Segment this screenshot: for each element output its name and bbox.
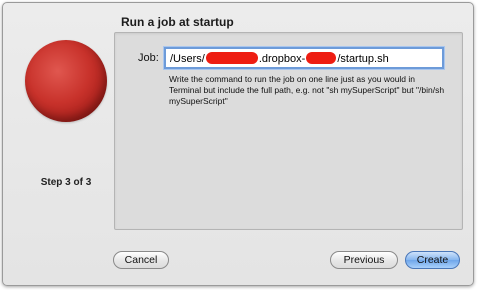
job-label: Job:: [138, 52, 159, 64]
redaction-mark: [306, 52, 337, 64]
step-indicator: Step 3 of 3: [40, 177, 92, 188]
previous-button[interactable]: Previous: [330, 251, 398, 269]
job-path-middle: .dropbox-: [258, 53, 306, 65]
wizard-window: Run a job at startup Step 3 of 3 Job: /U…: [2, 2, 474, 286]
cancel-button[interactable]: Cancel: [113, 251, 169, 269]
red-sphere-icon: [25, 40, 107, 122]
job-command-field[interactable]: /Users/ .dropbox- /startup.sh: [163, 46, 445, 70]
create-button[interactable]: Create: [405, 251, 460, 269]
redaction-mark: [205, 52, 258, 64]
job-path-prefix: /Users/: [170, 53, 205, 65]
job-panel: Job: /Users/ .dropbox- /startup.sh Write t…: [114, 32, 463, 230]
wizard-title: Run a job at startup: [121, 15, 234, 29]
job-path-suffix: /startup.sh: [337, 53, 389, 65]
job-hint-text: Write the command to run the job on one …: [169, 74, 445, 106]
